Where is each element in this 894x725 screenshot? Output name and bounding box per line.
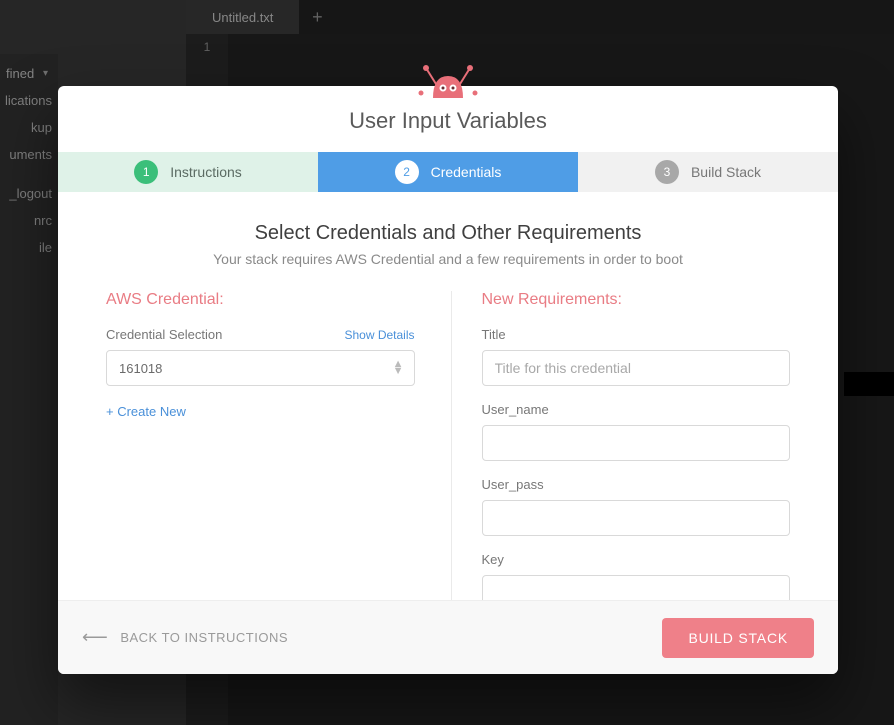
userpass-label: User_pass (482, 477, 791, 492)
new-requirements-section: New Requirements: Title User_name User_p… (452, 291, 791, 600)
show-details-link[interactable]: Show Details (344, 328, 414, 342)
title-field: Title (482, 327, 791, 386)
body-head: Select Credentials and Other Requirement… (58, 192, 838, 291)
username-input[interactable] (482, 425, 791, 461)
arrow-left-icon: ⟵ (82, 627, 108, 648)
credential-select-value: 161018 (119, 361, 162, 376)
aws-credential-section: AWS Credential: Credential Selection Sho… (106, 291, 452, 600)
step-number: 1 (134, 160, 158, 184)
credential-label-row: Credential Selection Show Details (106, 327, 415, 342)
wizard-steps: 1 Instructions 2 Credentials 3 Build Sta… (58, 152, 838, 192)
sort-icon: ▲▼ (393, 361, 404, 375)
req-section-title: New Requirements: (482, 291, 791, 309)
step-label: Credentials (431, 164, 502, 180)
key-input[interactable] (482, 575, 791, 600)
credential-label: Credential Selection (106, 327, 222, 342)
body-title: Select Credentials and Other Requirement… (98, 222, 798, 245)
form-columns: AWS Credential: Credential Selection Sho… (58, 291, 838, 600)
aws-section-title: AWS Credential: (106, 291, 415, 309)
step-credentials[interactable]: 2 Credentials (318, 152, 578, 192)
credential-select[interactable]: 161018 ▲▼ (106, 350, 415, 386)
back-button[interactable]: ⟵ BACK TO INSTRUCTIONS (82, 627, 288, 648)
user-input-modal: User Input Variables 1 Instructions 2 Cr… (58, 86, 838, 674)
key-field: Key (482, 552, 791, 600)
modal-title: User Input Variables (78, 108, 818, 134)
title-label: Title (482, 327, 791, 342)
step-label: Build Stack (691, 164, 761, 180)
step-number: 3 (655, 160, 679, 184)
back-label: BACK TO INSTRUCTIONS (120, 630, 288, 645)
title-input[interactable] (482, 350, 791, 386)
key-label: Key (482, 552, 791, 567)
username-label: User_name (482, 402, 791, 417)
userpass-field: User_pass (482, 477, 791, 536)
step-label: Instructions (170, 164, 242, 180)
userpass-input[interactable] (482, 500, 791, 536)
body-subtitle: Your stack requires AWS Credential and a… (98, 251, 798, 267)
create-new-link[interactable]: + Create New (106, 404, 415, 419)
step-build-stack[interactable]: 3 Build Stack (578, 152, 838, 192)
modal-footer: ⟵ BACK TO INSTRUCTIONS BUILD STACK (58, 600, 838, 674)
build-stack-button[interactable]: BUILD STACK (662, 618, 814, 658)
mascot-icon (408, 58, 488, 98)
modal-body: Select Credentials and Other Requirement… (58, 192, 838, 600)
step-instructions[interactable]: 1 Instructions (58, 152, 318, 192)
username-field: User_name (482, 402, 791, 461)
step-number: 2 (395, 160, 419, 184)
